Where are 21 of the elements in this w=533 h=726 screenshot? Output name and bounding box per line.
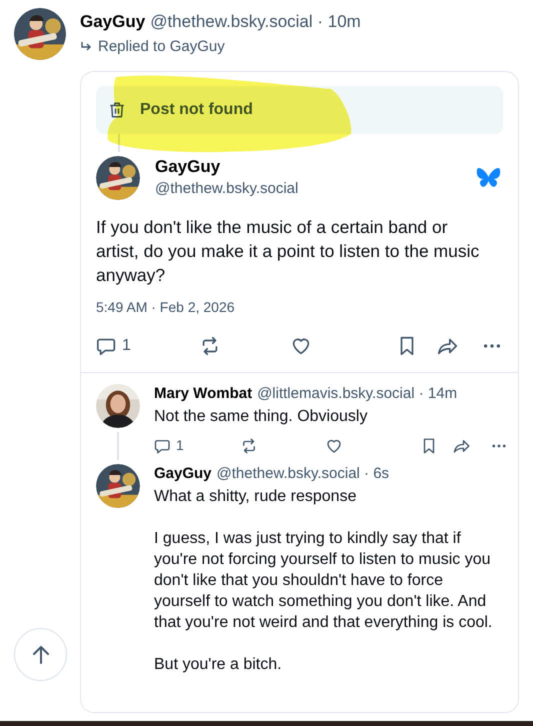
butterfly-icon <box>476 167 501 190</box>
post-timestamp: 5:49 AM · Feb 2, 2026 <box>96 298 236 316</box>
notice-text: Post not found <box>140 100 253 120</box>
reply-count: 1 <box>176 436 184 455</box>
reply-text: But you're a bitch. <box>154 654 283 674</box>
author-name[interactable]: Mary Wombat <box>154 384 252 404</box>
author-handle[interactable]: @thethew.bsky.social · 6s <box>216 464 390 484</box>
author-handle[interactable]: @littlemavis.bsky.social · 14m <box>257 384 458 404</box>
reply-text: I guess, I was just trying to kindly say that if you're not forcing yourself to listen to music you don't like that you shouldn't have to force yourself to watch something you don't like. And that you're not weird and that everything is cool. <box>154 528 494 632</box>
reply-text: Not the same thing. Obviously <box>154 406 368 426</box>
replied-to-label[interactable]: Replied to GayGuy <box>98 36 225 58</box>
author-name[interactable]: GayGuy <box>155 156 461 178</box>
up-arrow-icon[interactable] <box>32 644 50 664</box>
author-name[interactable]: GayGuy <box>154 464 212 484</box>
author-handle[interactable]: @thethew.bsky.social <box>155 178 461 200</box>
author-handle[interactable]: @thethew.bsky.social · 10m <box>150 11 361 33</box>
reply-text: What a shitty, rude response <box>154 486 358 506</box>
reply-count: 1 <box>122 336 131 356</box>
post-text: If you don't like the music of a certain band or artist, do you make it a point to listen to the music anyway? <box>96 216 480 286</box>
author-name[interactable]: GayGuy <box>80 11 146 33</box>
repost-icon[interactable] <box>240 436 258 454</box>
